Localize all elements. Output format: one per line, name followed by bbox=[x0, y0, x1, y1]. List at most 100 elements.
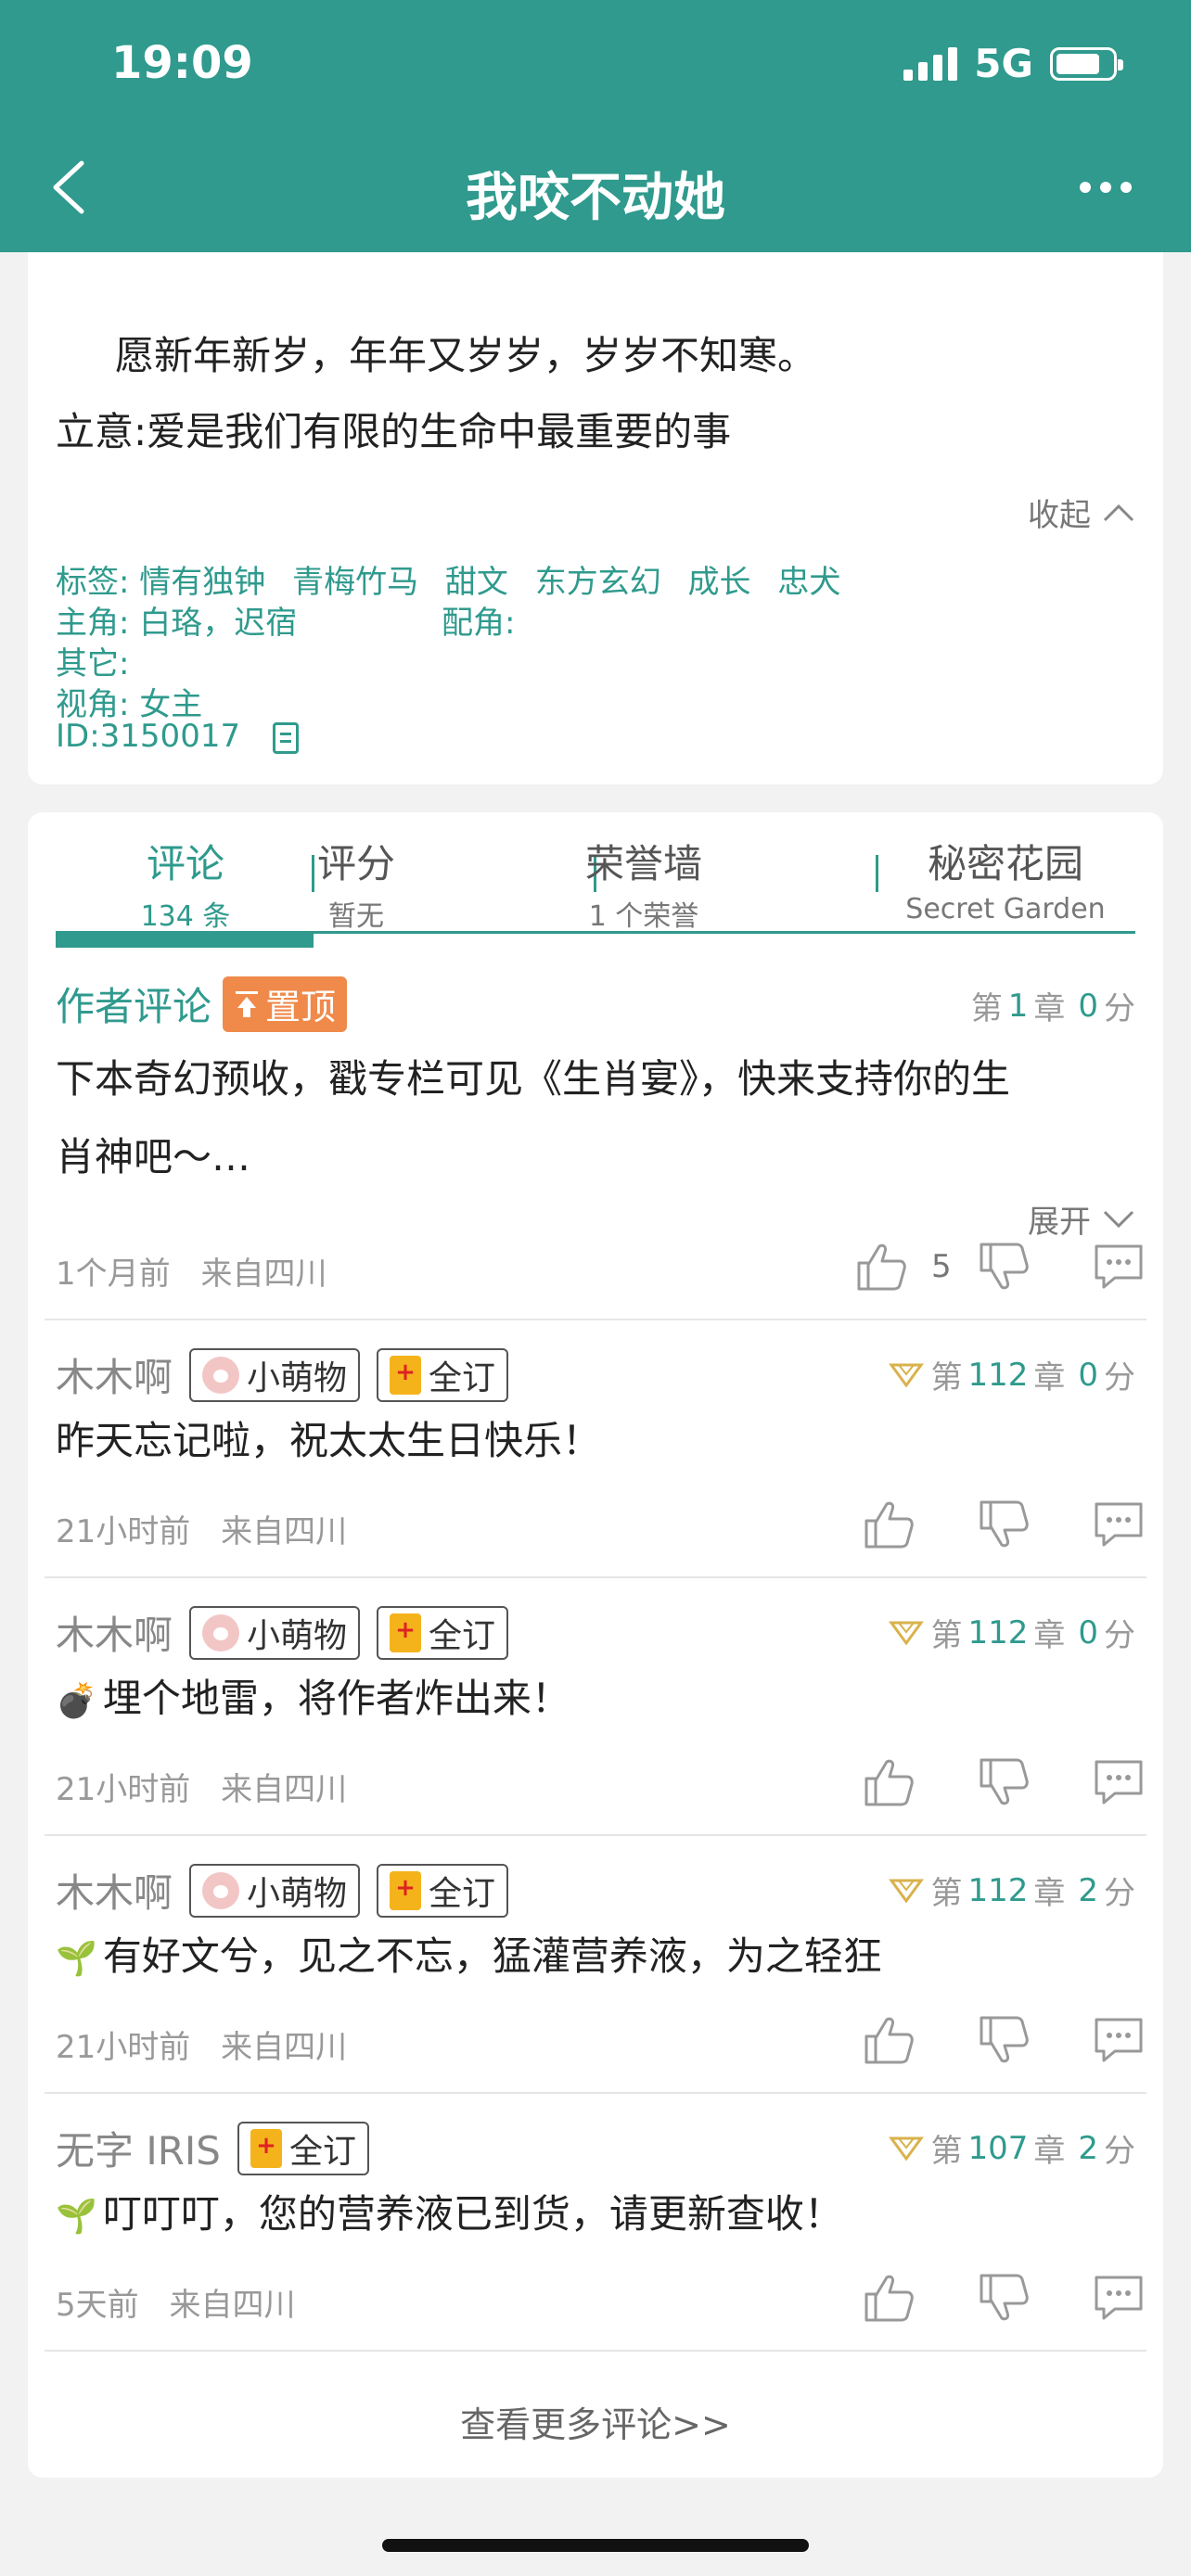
comment-body[interactable]: 💣 埋个地雷，将作者炸出来！ bbox=[56, 1660, 570, 1741]
others-label: 其它: bbox=[56, 645, 130, 682]
comment-author[interactable]: 无字 IRIS bbox=[56, 2120, 221, 2176]
comment-author[interactable]: 木木啊 bbox=[56, 1346, 173, 1403]
comment-score: 2 bbox=[1078, 1871, 1098, 1909]
comment-actions bbox=[801, 2012, 1146, 2068]
reply-icon[interactable] bbox=[1091, 2270, 1146, 2326]
comment-author[interactable]: 木木啊 bbox=[56, 1604, 173, 1661]
comment-body[interactable]: 昨天忘记啦，祝太太生日快乐！ bbox=[56, 1402, 601, 1480]
thumbs-down-icon[interactable] bbox=[976, 1497, 1031, 1552]
thumbs-up-icon[interactable] bbox=[861, 2012, 916, 2068]
bomb-icon: 💣 bbox=[56, 1682, 97, 1720]
tag[interactable]: 甜文 bbox=[445, 564, 508, 601]
comment-time: 1个月前 bbox=[56, 1256, 171, 1293]
thumbs-up-icon[interactable] bbox=[853, 1239, 909, 1294]
id-row: ID:3150017 bbox=[56, 718, 299, 755]
comment-body[interactable]: 🌱 叮叮叮，您的营养液已到货，请更新查收！ bbox=[56, 2175, 843, 2256]
tab-sub: Secret Garden bbox=[905, 893, 1106, 925]
more-dots-icon[interactable] bbox=[1080, 182, 1132, 193]
comment-author-row: 木木啊 小萌物 + 全订 bbox=[56, 1346, 509, 1403]
thumbs-down-icon[interactable] bbox=[976, 2270, 1031, 2326]
badge-full-subscription: + 全订 bbox=[377, 1605, 509, 1660]
description-line: 愿新年新岁，年年又岁岁，岁岁不知寒。 bbox=[115, 333, 817, 378]
author-comment-header: 作者评论 置顶 bbox=[56, 976, 348, 1032]
comment-actions bbox=[801, 1497, 1146, 1552]
badge-cute: 小萌物 bbox=[189, 1605, 361, 1660]
tags-row: 标签: 情有独钟 青梅竹马 甜文 东方玄幻 成长 忠犬 bbox=[56, 556, 857, 602]
comment-author-row: 无字 IRIS + 全订 bbox=[56, 2120, 369, 2176]
comment-divider bbox=[45, 1834, 1146, 1836]
score-suffix: 分 bbox=[1104, 1617, 1135, 1654]
thumbs-up-icon[interactable] bbox=[861, 1754, 916, 1810]
comment-meta: 1个月前 来自四川 bbox=[56, 1248, 327, 1294]
comment-location: 来自四川 bbox=[169, 2287, 296, 2324]
reply-icon[interactable] bbox=[1091, 1754, 1146, 1810]
supporting-label: 配角: bbox=[442, 605, 516, 642]
signal-icon bbox=[903, 46, 958, 81]
more-comments-link[interactable]: 查看更多评论>> bbox=[0, 2396, 1191, 2447]
tag[interactable]: 成长 bbox=[688, 564, 751, 601]
comment-actions bbox=[801, 2270, 1146, 2326]
network-type: 5G bbox=[974, 41, 1033, 86]
tag[interactable]: 忠犬 bbox=[777, 564, 840, 601]
chapter-number: 112 bbox=[967, 1871, 1029, 1909]
tab-secret-garden[interactable]: 秘密花园 Secret Garden bbox=[876, 825, 1135, 925]
badge-full-subscription: + 全订 bbox=[377, 1863, 509, 1918]
tab-rating[interactable]: 评分 暂无 bbox=[226, 825, 486, 934]
chevron-down-icon bbox=[1103, 1210, 1134, 1228]
comment-meta: 21小时前 来自四川 bbox=[56, 1506, 347, 1551]
tab-honor-wall[interactable]: 荣誉墙 1 个荣誉 bbox=[514, 825, 774, 934]
bookmark-icon: + bbox=[390, 1613, 422, 1652]
comment-text: 肖神吧～… bbox=[56, 1134, 251, 1180]
author-comment-body[interactable]: 下本奇幻预收，戳专栏可见《生肖宴》，快来支持你的生 肖神吧～… bbox=[56, 1040, 1010, 1196]
vip-diamond-icon bbox=[889, 2136, 925, 2162]
copy-icon[interactable] bbox=[272, 721, 299, 754]
tab-label: 荣誉墙 bbox=[584, 841, 702, 886]
chapter-suffix: 章 bbox=[1033, 2133, 1066, 2170]
comment-chapter: 第 112 章 0 分 bbox=[888, 1610, 1135, 1655]
comment-body[interactable]: 🌱 有好文兮，见之不忘，猛灌营养液，为之轻狂 bbox=[56, 1918, 882, 1998]
page-title: 我咬不动她 bbox=[466, 168, 725, 228]
author-comment-title: 作者评论 bbox=[56, 984, 212, 1029]
comment-meta: 21小时前 来自四川 bbox=[56, 2021, 347, 2067]
comment-divider bbox=[45, 2350, 1146, 2352]
badge-label: 全订 bbox=[429, 1616, 496, 1655]
collapse-button[interactable]: 收起 bbox=[1028, 490, 1135, 535]
chapter-prefix: 第 bbox=[930, 1875, 963, 1912]
chapter-prefix: 第 bbox=[930, 1617, 963, 1654]
reply-icon[interactable] bbox=[1091, 2012, 1146, 2068]
paw-icon bbox=[202, 1871, 240, 1909]
battery-icon bbox=[1050, 46, 1123, 81]
badge-label: 小萌物 bbox=[247, 1358, 348, 1397]
bookmark-icon: + bbox=[250, 2128, 282, 2168]
badge-label: 全订 bbox=[429, 1358, 496, 1397]
novel-id: ID:3150017 bbox=[56, 718, 241, 755]
comment-divider bbox=[45, 1319, 1146, 1320]
thumbs-down-icon[interactable] bbox=[976, 1754, 1031, 1810]
badge-label: 全订 bbox=[429, 1874, 496, 1913]
score-suffix: 分 bbox=[1104, 990, 1135, 1027]
tag[interactable]: 东方玄幻 bbox=[535, 564, 661, 601]
chapter-prefix: 第 bbox=[930, 1359, 963, 1396]
thumbs-up-icon[interactable] bbox=[861, 1497, 916, 1552]
expand-label: 展开 bbox=[1028, 1204, 1091, 1241]
comment-time: 21小时前 bbox=[56, 1513, 191, 1550]
thumbs-up-icon[interactable] bbox=[861, 2270, 916, 2326]
thumbs-down-icon[interactable] bbox=[976, 1239, 1031, 1294]
vip-diamond-icon bbox=[889, 1621, 925, 1646]
reply-icon[interactable] bbox=[1091, 1239, 1146, 1294]
expand-button[interactable]: 展开 bbox=[1028, 1196, 1135, 1242]
sprout-icon: 🌱 bbox=[56, 1940, 97, 1978]
comment-author[interactable]: 木木啊 bbox=[56, 1862, 173, 1919]
thumbs-down-icon[interactable] bbox=[976, 2012, 1031, 2068]
comment-actions: 5 bbox=[794, 1239, 1146, 1294]
reply-icon[interactable] bbox=[1091, 1497, 1146, 1552]
chapter-prefix: 第 bbox=[930, 2133, 963, 2170]
tag[interactable]: 情有独钟 bbox=[139, 564, 265, 601]
comment-location: 来自四川 bbox=[221, 1771, 348, 1808]
comment-chapter: 第 112 章 0 分 bbox=[888, 1352, 1135, 1397]
badge-cute: 小萌物 bbox=[189, 1863, 361, 1918]
bookmark-icon: + bbox=[390, 1870, 422, 1910]
comment-time: 21小时前 bbox=[56, 1771, 191, 1808]
comment-location: 来自四川 bbox=[221, 1513, 348, 1550]
tag[interactable]: 青梅竹马 bbox=[292, 564, 418, 601]
